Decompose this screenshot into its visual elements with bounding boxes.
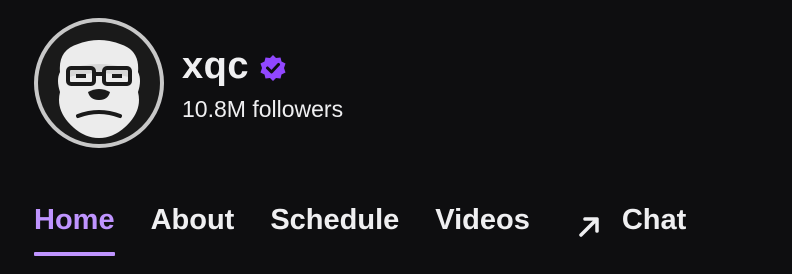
tab-home[interactable]: Home xyxy=(34,196,115,256)
tab-chat[interactable]: Chat xyxy=(566,196,686,244)
channel-name-row: xqc xyxy=(182,38,343,94)
external-arrow-icon xyxy=(576,207,602,237)
avatar[interactable] xyxy=(34,18,164,148)
channel-tabs: Home About Schedule Videos Chat xyxy=(34,196,722,256)
gorilla-avatar-icon xyxy=(58,40,140,138)
tab-about[interactable]: About xyxy=(151,196,235,244)
tab-schedule[interactable]: Schedule xyxy=(270,196,399,244)
follower-count: 10.8M followers xyxy=(182,96,344,122)
tab-schedule-label: Schedule xyxy=(270,204,400,236)
channel-name[interactable]: xqc xyxy=(182,38,249,94)
channel-header: xqc 10.8M followers Home About Schedule … xyxy=(0,0,792,274)
tab-home-label: Home xyxy=(34,204,115,236)
channel-info: xqc 10.8M followers xyxy=(182,38,343,124)
avatar-image xyxy=(38,22,160,144)
tab-chat-label: Chat xyxy=(621,204,687,236)
tab-videos-label: Videos xyxy=(435,204,530,236)
verified-badge-icon xyxy=(259,54,287,82)
tab-about-label: About xyxy=(150,204,235,236)
tab-videos[interactable]: Videos xyxy=(435,196,530,244)
